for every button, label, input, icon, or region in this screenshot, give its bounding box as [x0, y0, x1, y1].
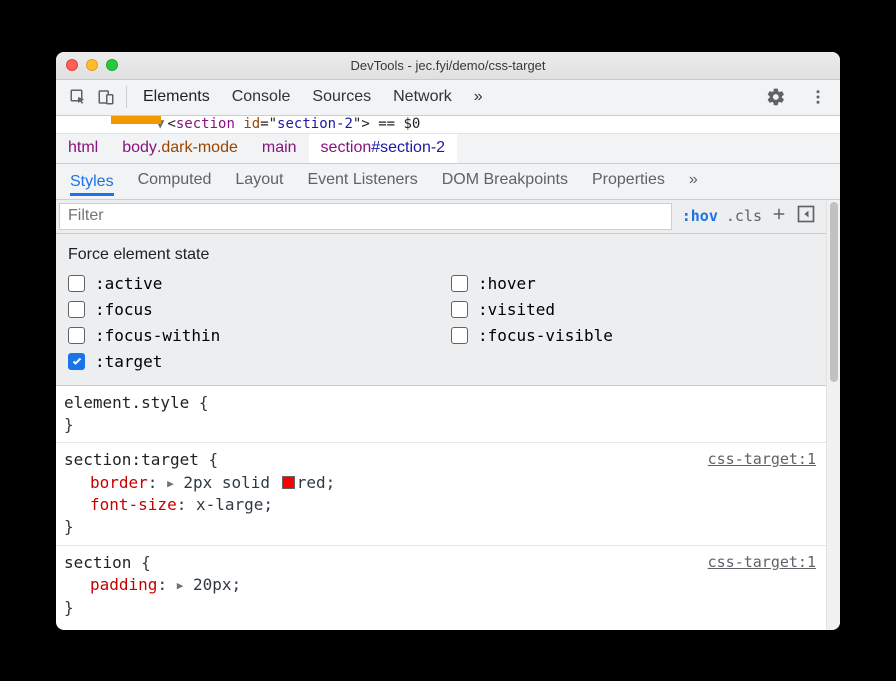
- property-name[interactable]: padding: [90, 575, 157, 594]
- main-toolbar: Elements Console Sources Network »: [56, 80, 840, 116]
- subtabs-overflow-icon[interactable]: »: [689, 171, 698, 191]
- devtools-window: DevTools - jec.fyi/demo/css-target Eleme…: [56, 52, 840, 630]
- css-rule[interactable]: css-target:1section:target {border: ▶ 2p…: [56, 443, 826, 546]
- crumb-section[interactable]: section#section-2: [309, 134, 458, 163]
- crumb-body[interactable]: body.dark-mode: [110, 134, 250, 163]
- subtab-event-listeners[interactable]: Event Listeners: [307, 171, 417, 191]
- kebab-menu-icon[interactable]: [804, 83, 832, 111]
- subtab-computed[interactable]: Computed: [138, 171, 212, 191]
- checkbox-icon[interactable]: [451, 327, 468, 344]
- window-title: DevTools - jec.fyi/demo/css-target: [66, 58, 830, 73]
- panel-tabs: Elements Console Sources Network »: [143, 88, 762, 106]
- expand-icon[interactable]: ▶: [167, 476, 174, 489]
- subtab-styles[interactable]: Styles: [70, 170, 114, 196]
- scrollbar[interactable]: [826, 200, 840, 630]
- checkbox-icon[interactable]: [68, 353, 85, 370]
- tab-sources[interactable]: Sources: [312, 88, 371, 106]
- state-item-focus-within[interactable]: :focus-within: [68, 326, 431, 345]
- device-toolbar-icon[interactable]: [92, 83, 120, 111]
- tabs-overflow-icon[interactable]: »: [474, 88, 483, 106]
- state-item-focus-visible[interactable]: :focus-visible: [451, 326, 814, 345]
- declaration[interactable]: font-size: x-large;: [64, 494, 816, 516]
- maximize-icon[interactable]: [106, 59, 118, 71]
- rule-selector[interactable]: section: [64, 553, 131, 572]
- scrollbar-thumb[interactable]: [830, 202, 838, 382]
- checkbox-icon[interactable]: [451, 275, 468, 292]
- expand-icon[interactable]: ▶: [177, 579, 184, 592]
- state-label: :visited: [478, 300, 555, 319]
- checkbox-icon[interactable]: [451, 301, 468, 318]
- state-label: :target: [95, 352, 162, 371]
- titlebar: DevTools - jec.fyi/demo/css-target: [56, 52, 840, 80]
- tab-console[interactable]: Console: [232, 88, 291, 106]
- css-rule[interactable]: css-target:1section {padding: ▶ 20px;}: [56, 546, 826, 625]
- inspect-icon[interactable]: [64, 83, 92, 111]
- separator: [126, 86, 127, 108]
- source-link[interactable]: css-target:1: [708, 449, 816, 470]
- force-state-title: Force element state: [68, 246, 814, 264]
- breadcrumb: html body.dark-mode main section#section…: [56, 134, 840, 164]
- state-item-active[interactable]: :active: [68, 274, 431, 293]
- traffic-lights: [66, 59, 118, 71]
- settings-icon[interactable]: [762, 83, 790, 111]
- checkbox-icon[interactable]: [68, 301, 85, 318]
- state-item-target[interactable]: :target: [68, 352, 431, 371]
- close-icon[interactable]: [66, 59, 78, 71]
- styles-sub-tabs: Styles Computed Layout Event Listeners D…: [56, 164, 840, 200]
- minimize-icon[interactable]: [86, 59, 98, 71]
- tab-elements[interactable]: Elements: [143, 88, 210, 106]
- state-label: :focus: [95, 300, 153, 319]
- rule-selector[interactable]: element.style: [64, 393, 189, 412]
- css-rule[interactable]: element.style {}: [56, 386, 826, 444]
- state-item-hover[interactable]: :hover: [451, 274, 814, 293]
- toggle-hov-button[interactable]: :hov: [682, 207, 718, 225]
- toggle-cls-button[interactable]: .cls: [726, 207, 762, 225]
- checkbox-icon[interactable]: [68, 327, 85, 344]
- rule-selector[interactable]: section:target: [64, 450, 199, 469]
- filter-row: :hov .cls: [56, 200, 826, 234]
- property-name[interactable]: border: [90, 473, 148, 492]
- dom-tree-peek[interactable]: ▼<section id="section-2"> == $0: [56, 116, 840, 134]
- new-style-rule-icon[interactable]: [770, 205, 788, 227]
- styles-filter-input[interactable]: [59, 203, 672, 230]
- declaration[interactable]: padding: ▶ 20px;: [64, 574, 816, 596]
- subtab-layout[interactable]: Layout: [235, 171, 283, 191]
- checkbox-icon[interactable]: [68, 275, 85, 292]
- state-label: :hover: [478, 274, 536, 293]
- computed-sidebar-icon[interactable]: [796, 204, 816, 228]
- crumb-html[interactable]: html: [56, 134, 110, 163]
- state-label: :active: [95, 274, 162, 293]
- subtab-properties[interactable]: Properties: [592, 171, 665, 191]
- source-link[interactable]: css-target:1: [708, 552, 816, 573]
- subtab-dom-breakpoints[interactable]: DOM Breakpoints: [442, 171, 568, 191]
- state-label: :focus-visible: [478, 326, 613, 345]
- state-item-visited[interactable]: :visited: [451, 300, 814, 319]
- crumb-main[interactable]: main: [250, 134, 309, 163]
- state-label: :focus-within: [95, 326, 220, 345]
- state-item-focus[interactable]: :focus: [68, 300, 431, 319]
- declaration[interactable]: border: ▶ 2px solid red;: [64, 472, 816, 494]
- force-state-panel: Force element state :active :hover :focus:…: [56, 234, 826, 386]
- property-name[interactable]: font-size: [90, 495, 177, 514]
- tab-network[interactable]: Network: [393, 88, 452, 106]
- color-swatch-icon[interactable]: [282, 476, 295, 489]
